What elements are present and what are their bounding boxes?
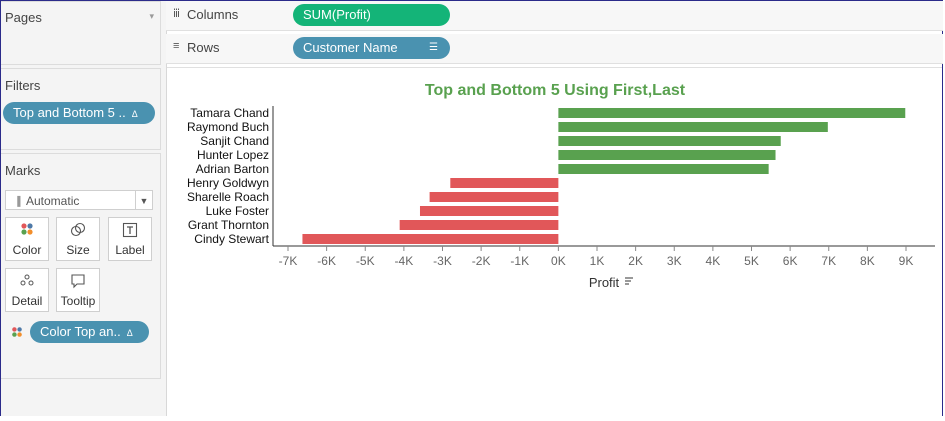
bar-chart: Top and Bottom 5 Using First,Last Tamara… [187,82,935,290]
bar[interactable] [558,136,781,146]
bar[interactable] [558,108,906,118]
x-tick-label: 7K [821,254,836,268]
columns-shelf: ⅲ Columns SUM(Profit) [166,1,943,31]
bar[interactable] [419,206,559,216]
bar[interactable] [429,192,559,202]
x-tick-label: -6K [317,254,336,268]
filters-card: Filters Top and Bottom 5 .. Δ [1,68,161,150]
bar[interactable] [399,220,559,230]
marks-title: Marks [5,163,41,178]
x-tick-label: 6K [783,254,798,268]
delta-icon: Δ [126,328,133,338]
left-panel: Pages ▾ Filters Top and Bottom 5 .. Δ Mar… [1,1,167,416]
category-label[interactable]: Sharelle Roach [187,190,269,204]
size-circles-icon [57,222,99,242]
x-tick-label: -3K [433,254,452,268]
x-axis-ticks: -7K -6K -5K -4K -3K -2K -1K 0K 1K 2K 3K 4K 5K 6K 7K 8K 9… [279,246,914,268]
columns-pill-label: SUM(Profit) [303,7,371,22]
columns-label: Columns [187,7,239,22]
mark-type-dropdown[interactable]: ▐ Automatic ▼ [5,190,153,210]
detail-dots-icon [6,273,48,293]
rows-icon: ≡ [173,40,180,52]
marks-card: Marks ▐ Automatic ▼ Color Size Label Det… [1,153,161,379]
category-label[interactable]: Cindy Stewart [194,232,269,246]
category-label[interactable]: Sanjit Chand [200,134,269,148]
chart-title: Top and Bottom 5 Using First,Last [425,82,686,99]
category-label[interactable]: Tamara Chand [190,106,269,120]
pages-title: Pages [5,10,42,25]
sort-icon: ☰ [429,42,438,53]
color-dots-icon [6,222,48,242]
category-label[interactable]: Hunter Lopez [197,148,269,162]
category-label[interactable]: Raymond Buch [187,120,269,134]
tooltip-bubble-icon [57,273,99,293]
x-tick-label: -5K [356,254,375,268]
bar[interactable] [302,234,559,244]
sort-icon[interactable] [625,277,633,285]
tooltip-button[interactable]: Tooltip [56,268,100,312]
rows-label: Rows [187,40,220,55]
x-tick-label: -1K [510,254,529,268]
chevron-down-icon[interactable]: ▾ [149,11,154,22]
color-pill[interactable]: Color Top an.. Δ [30,321,149,343]
bar[interactable] [558,150,776,160]
delta-icon: Δ [131,109,138,119]
x-tick-label: 3K [667,254,682,268]
bar-chart-icon: ▐ [14,196,21,206]
x-tick-label: 4K [706,254,721,268]
rows-pill[interactable]: Customer Name ☰ [293,37,450,59]
rows-shelf: ≡ Rows Customer Name ☰ [166,34,943,64]
category-label[interactable]: Henry Goldwyn [187,176,269,190]
columns-icon: ⅲ [173,8,181,20]
filter-pill[interactable]: Top and Bottom 5 .. Δ [3,102,155,124]
size-button[interactable]: Size [56,217,100,261]
chart-area: Top and Bottom 5 Using First,Last Tamara… [167,67,942,416]
color-button[interactable]: Color [5,217,49,261]
category-label[interactable]: Luke Foster [206,204,269,218]
caret-down-icon[interactable]: ▼ [135,191,152,209]
color-pill-label: Color Top an.. [40,324,121,339]
category-label[interactable]: Adrian Barton [196,162,269,176]
mark-type-value: Automatic [26,194,80,208]
pages-card: Pages ▾ [1,1,161,65]
detail-button[interactable]: Detail [5,268,49,312]
bar[interactable] [558,122,828,132]
x-tick-label: 9K [899,254,914,268]
bar[interactable] [450,178,559,188]
label-button[interactable]: Label [108,217,152,261]
rows-pill-label: Customer Name [303,40,398,55]
label-label: Label [115,243,145,257]
columns-pill[interactable]: SUM(Profit) [293,4,450,26]
filters-title: Filters [5,78,41,93]
bar-rows: Tamara ChandRaymond BuchSanjit ChandHunt… [187,106,906,246]
x-tick-label: 8K [860,254,875,268]
color-dots-icon [11,325,23,343]
label-t-icon [109,222,151,242]
color-label: Color [12,243,42,257]
x-tick-label: -4K [395,254,414,268]
tooltip-label: Tooltip [60,294,96,308]
filter-pill-label: Top and Bottom 5 .. [13,105,126,120]
bar[interactable] [558,164,769,174]
detail-label: Detail [11,294,43,308]
size-label: Size [66,243,90,257]
x-tick-label: 2K [628,254,643,268]
x-tick-label: -2K [472,254,491,268]
x-tick-label: -7K [279,254,298,268]
category-label[interactable]: Grant Thornton [188,218,269,232]
x-tick-label: 1K [590,254,605,268]
x-tick-label: 5K [744,254,759,268]
x-axis-title[interactable]: Profit [589,275,620,290]
x-tick-label: 0K [551,254,566,268]
